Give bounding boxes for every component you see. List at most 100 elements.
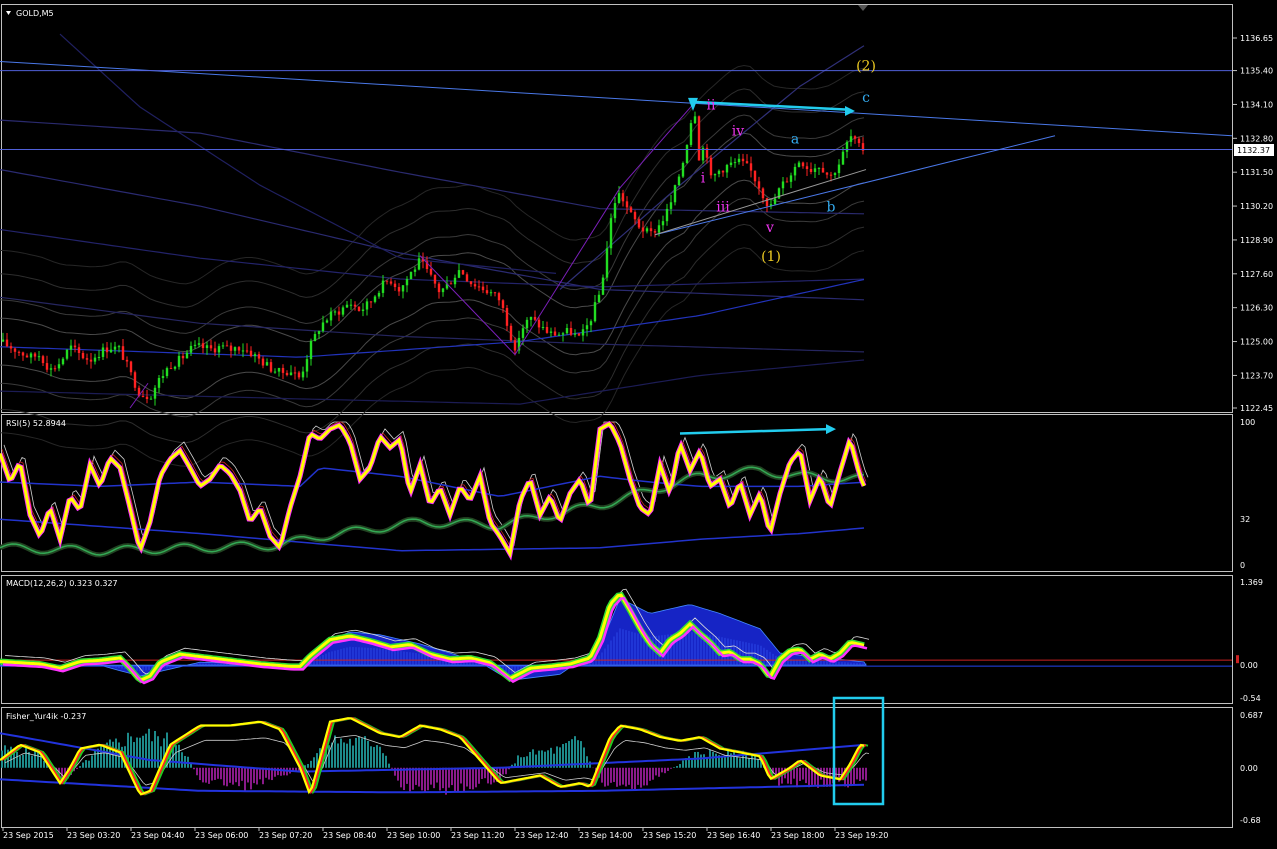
bear-candle (106, 347, 108, 352)
bull-candle (646, 228, 648, 231)
bear-candle (450, 283, 452, 284)
bull-candle (70, 346, 72, 350)
time-axis-tick: 23 Sep 18:00 (771, 831, 824, 840)
fisher-hist-up (364, 736, 366, 768)
fisher-hist-up (703, 754, 705, 768)
bear-candle (42, 356, 44, 363)
fisher-hist-up (679, 764, 681, 768)
fisher-pane-title: Fisher_Yur4ik -0.237 (6, 712, 86, 721)
fisher-hist-up (37, 752, 39, 768)
fisher-hist-up (154, 731, 156, 768)
bear-candle (54, 368, 56, 369)
bear-candle (142, 396, 144, 397)
elliott-wave-label: a (791, 132, 799, 148)
bear-candle (638, 219, 640, 227)
bull-candle (586, 325, 588, 329)
time-axis-tick: 23 Sep 08:40 (323, 831, 376, 840)
bear-candle (298, 372, 300, 377)
bull-candle (590, 321, 592, 325)
fisher-hist-up (43, 761, 45, 768)
bull-candle (342, 307, 344, 314)
bull-candle (666, 209, 668, 221)
bull-candle (598, 295, 600, 302)
fisher-hist-up (133, 742, 135, 768)
bull-candle (402, 285, 404, 291)
bear-candle (226, 345, 228, 346)
fisher-hist-up (574, 736, 576, 768)
trading-chart[interactable]: (2)ciiivaiiiibv(1) 1136.651135.401134.10… (0, 0, 1277, 845)
fisher-hist-down (433, 768, 435, 788)
time-axis-tick: 23 Sep 16:40 (707, 831, 760, 840)
bear-candle (642, 228, 644, 232)
macd-axis-tick: 1.369 (1240, 578, 1263, 587)
bull-candle (550, 331, 552, 332)
fisher-hist-up (25, 746, 27, 767)
bear-candle (554, 331, 556, 335)
fisher-hist-down (223, 768, 225, 786)
bear-candle (854, 136, 856, 139)
fisher-hist-up (358, 736, 360, 767)
bull-candle (602, 278, 604, 295)
fisher-hist-up (346, 744, 348, 768)
bear-candle (826, 173, 828, 175)
bull-candle (542, 327, 544, 328)
bull-candle (194, 345, 196, 346)
fisher-hist-up (733, 750, 735, 768)
bear-candle (830, 175, 832, 176)
bull-candle (414, 270, 416, 272)
bear-candle (262, 359, 264, 366)
fisher-hist-down (859, 768, 861, 781)
bear-candle (250, 351, 252, 356)
bull-candle (690, 123, 692, 145)
bear-candle (786, 181, 788, 182)
bull-candle (730, 163, 732, 165)
bull-candle (350, 305, 352, 306)
bear-candle (258, 354, 260, 358)
bull-candle (310, 341, 312, 359)
time-axis-tick: 23 Sep 07:20 (259, 831, 312, 840)
time-axis-tick: 23 Sep 14:00 (579, 831, 632, 840)
bear-candle (710, 158, 712, 176)
fisher-hist-down (211, 768, 213, 781)
fisher-hist-up (715, 754, 717, 768)
bull-candle (522, 328, 524, 338)
chart-canvas[interactable]: (2)ciiivaiiiibv(1) 1136.651135.401134.10… (0, 0, 1277, 845)
fisher-hist-down (253, 768, 255, 783)
bear-candle (10, 346, 12, 348)
price-axis-tick: 1127.60 (1240, 270, 1273, 279)
rsi-axis-tick: 32 (1240, 515, 1250, 524)
fisher-hist-down (277, 768, 279, 775)
fisher-hist-up (712, 752, 714, 768)
bull-candle (306, 359, 308, 371)
bear-candle (270, 362, 272, 372)
time-axis-tick: 23 Sep 04:40 (131, 831, 184, 840)
fisher-hist-down (247, 768, 249, 783)
rsi-axis-tick: 0 (1240, 561, 1245, 570)
bull-candle (418, 258, 420, 269)
bull-candle (726, 165, 728, 172)
bear-candle (482, 287, 484, 291)
bear-candle (466, 274, 468, 281)
fisher-hist-down (418, 768, 420, 787)
fisher-hist-down (865, 768, 867, 781)
fisher-hist-up (100, 746, 102, 768)
fisher-hist-up (181, 752, 183, 768)
fisher-hist-up (739, 758, 741, 767)
bull-candle (254, 354, 256, 356)
fisher-hist-up (700, 755, 702, 768)
fisher-hist-down (478, 768, 480, 784)
fisher-hist-down (262, 768, 264, 784)
fisher-hist-down (472, 768, 474, 790)
fisher-hist-down (664, 768, 666, 773)
bull-candle (186, 353, 188, 359)
bull-candle (150, 399, 152, 400)
fisher-hist-down (193, 768, 195, 769)
fisher-hist-down (454, 768, 456, 792)
bear-candle (510, 326, 512, 340)
bear-candle (538, 320, 540, 328)
bear-candle (534, 317, 536, 320)
bull-candle (2, 340, 4, 342)
bear-candle (758, 181, 760, 188)
elliott-wave-label: i (701, 171, 706, 187)
bull-candle (406, 279, 408, 285)
